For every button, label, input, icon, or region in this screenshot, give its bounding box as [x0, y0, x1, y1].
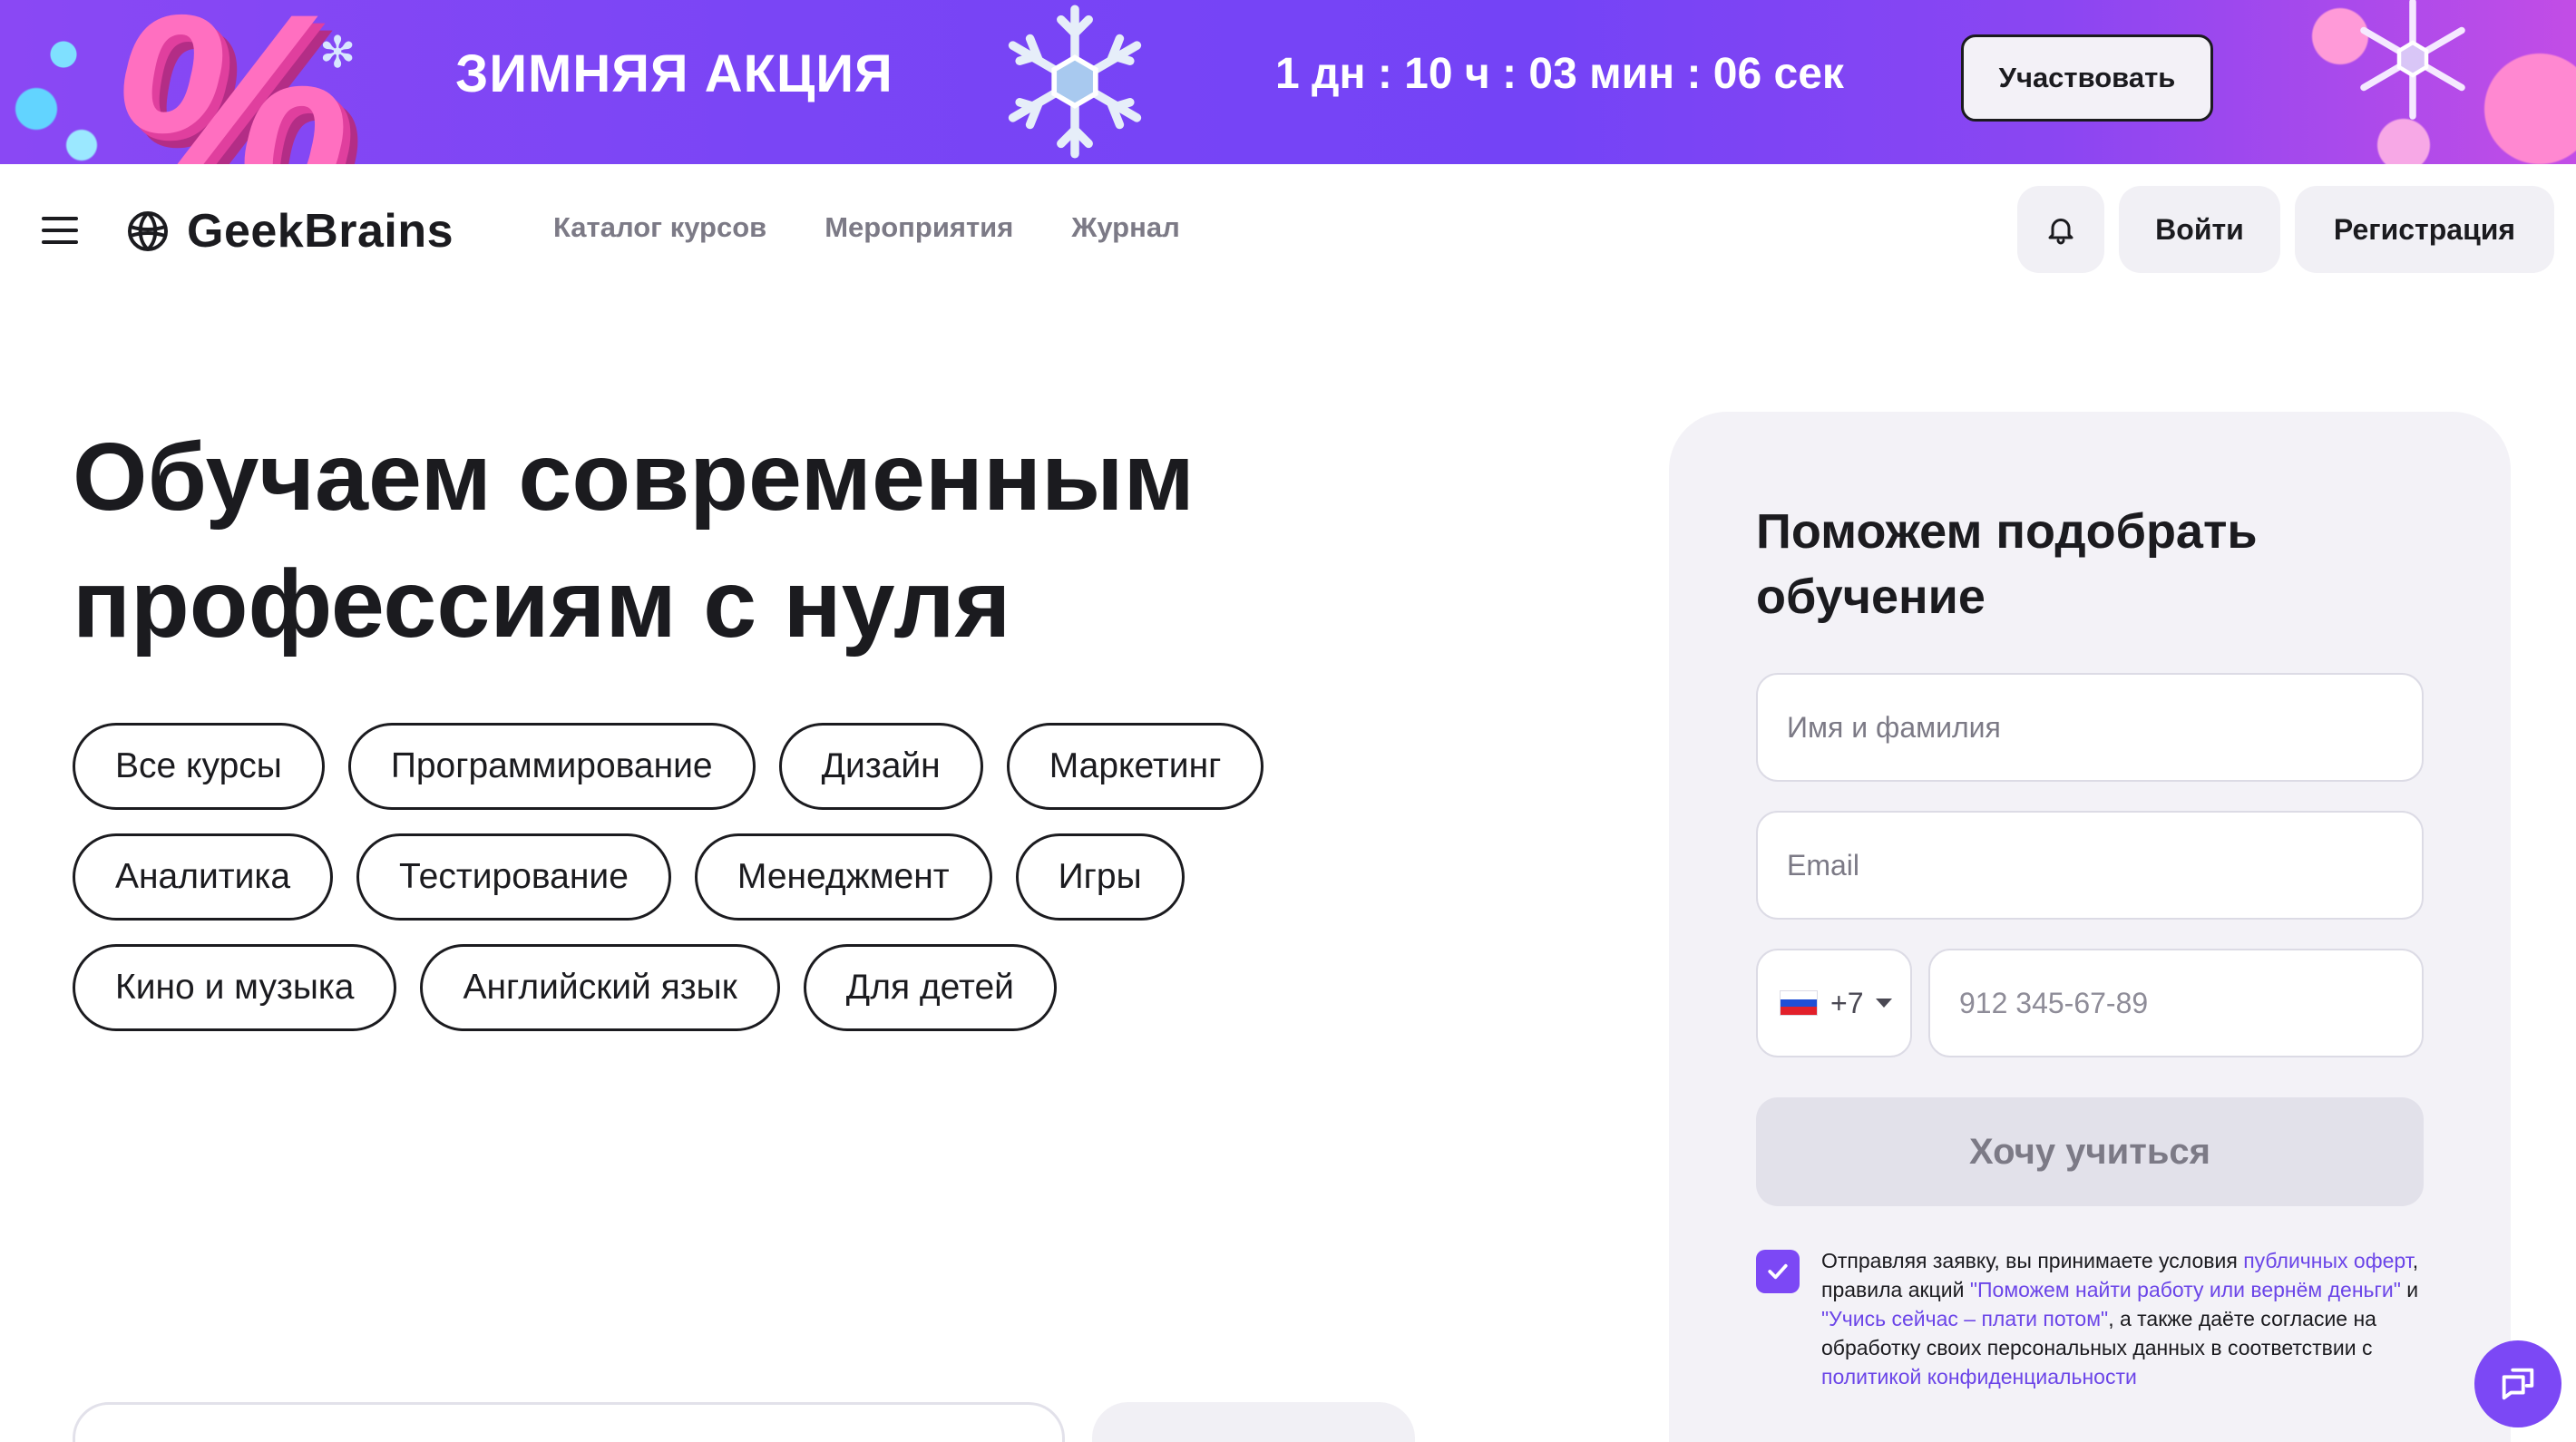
submit-button[interactable]: Хочу учиться [1756, 1097, 2424, 1206]
course-category-chips: Все курсы Программирование Дизайн Маркет… [73, 723, 1433, 1055]
bell-icon [2048, 219, 2073, 245]
nav-catalog[interactable]: Каталог курсов [553, 211, 766, 244]
chip-marketing[interactable]: Маркетинг [1006, 723, 1264, 810]
snowflake-icon [1008, 5, 1142, 159]
privacy-policy-link[interactable]: политикой конфиденциальности [1821, 1365, 2137, 1388]
percent-decoration: % [109, 0, 351, 164]
consent-checkbox[interactable] [1756, 1250, 1800, 1293]
chip-analytics[interactable]: Аналитика [73, 833, 334, 921]
site-header: GeekBrains Каталог курсов Мероприятия Жу… [0, 164, 2576, 296]
chat-bubbles-icon [2502, 1368, 2534, 1400]
hamburger-icon[interactable] [42, 217, 78, 244]
chip-row: Аналитика Тестирование Менеджмент Игры [73, 833, 1433, 921]
chip-all-courses[interactable]: Все курсы [73, 723, 325, 810]
form-title: Поможем подобрать обучение [1756, 504, 2258, 624]
job-guarantee-promo-link[interactable]: "Поможем найти работу или вернём деньги" [1970, 1278, 2401, 1301]
chip-testing[interactable]: Тестирование [356, 833, 671, 921]
name-input[interactable] [1758, 675, 2422, 780]
public-offers-link[interactable]: публичных оферт [2243, 1249, 2413, 1272]
chip-film-music[interactable]: Кино и музыка [73, 944, 397, 1031]
login-button[interactable]: Войти [2119, 186, 2280, 273]
site-logo[interactable]: GeekBrains [125, 204, 454, 258]
chip-programming[interactable]: Программирование [347, 723, 756, 810]
chip-management[interactable]: Менеджмент [694, 833, 992, 921]
russia-flag-icon [1780, 990, 1818, 1016]
banner-title: ЗИМНЯЯ АКЦИЯ [455, 44, 893, 103]
consent-text-part: и [2400, 1278, 2419, 1301]
chip-row: Все курсы Программирование Дизайн Маркет… [73, 723, 1433, 810]
chip-english[interactable]: Английский язык [420, 944, 780, 1031]
logo-text: GeekBrains [187, 205, 454, 258]
chat-button[interactable] [2474, 1340, 2561, 1427]
email-input[interactable] [1758, 813, 2422, 918]
check-icon [1768, 1263, 1788, 1280]
chevron-down-icon [1876, 999, 1893, 1008]
email-field [1756, 811, 2424, 920]
phone-country-select[interactable]: +7 [1756, 949, 1912, 1057]
phone-code: +7 [1830, 986, 1864, 1019]
nav-journal[interactable]: Журнал [1071, 211, 1179, 244]
chip-kids[interactable]: Для детей [803, 944, 1057, 1031]
study-now-pay-later-link[interactable]: "Учись сейчас – плати потом" [1821, 1307, 2108, 1330]
chip-games[interactable]: Игры [1015, 833, 1185, 921]
register-button[interactable]: Регистрация [2295, 186, 2554, 273]
hero-title: Обучаем современным профессиям с нуля [73, 414, 1433, 667]
content-card[interactable] [73, 1402, 1065, 1442]
nav-events[interactable]: Мероприятия [825, 211, 1013, 244]
lead-form-panel: Поможем подобрать обучение +7 Хочу учить… [1669, 412, 2511, 1442]
chip-row: Кино и музыка Английский язык Для детей [73, 944, 1433, 1031]
join-promo-button[interactable]: Участвовать [1961, 34, 2213, 122]
hero-title-line-1: Обучаем современным [73, 424, 1195, 531]
chip-design[interactable]: Дизайн [778, 723, 983, 810]
hero-title-line-2: профессиям с нуля [73, 550, 1011, 658]
snowflake-small-icon: ✻ [319, 29, 356, 77]
phone-input[interactable] [1930, 950, 2422, 1056]
countdown-timer: 1 дн : 10 ч : 03 мин : 06 сек [1275, 50, 1844, 98]
main-nav: Каталог курсов Мероприятия Журнал [553, 211, 1180, 244]
name-field [1756, 673, 2424, 782]
consent-text-part: Отправляя заявку, вы принимаете условия [1821, 1249, 2244, 1272]
consent-text: Отправляя заявку, вы принимаете условия … [1821, 1246, 2420, 1391]
notifications-button[interactable] [2017, 186, 2104, 273]
phone-field [1928, 949, 2424, 1057]
brain-logo-icon [128, 211, 168, 251]
content-card[interactable] [1092, 1402, 1415, 1442]
promo-banner: % ✻ ЗИМНЯЯ АКЦИЯ 1 дн : 10 ч : 03 мин : … [0, 0, 2576, 164]
snowflake-icon [2360, 0, 2465, 120]
